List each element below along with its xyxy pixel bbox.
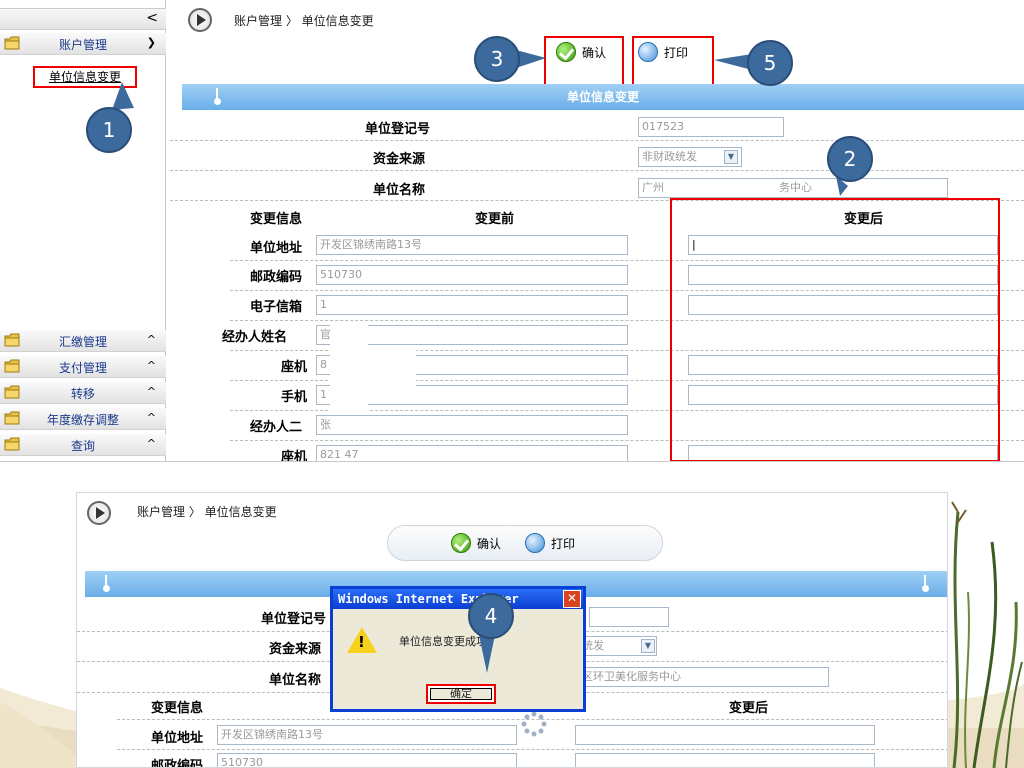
plant-decoration bbox=[951, 501, 1023, 768]
callout-2: 2 bbox=[827, 136, 873, 182]
callout-4: 4 bbox=[468, 593, 514, 639]
callout-arrow-4 bbox=[479, 635, 495, 673]
callout-5: 5 bbox=[747, 40, 793, 86]
arrow-pointer-1 bbox=[112, 82, 134, 110]
top-screenshot: < 账户管理 ❯ 单位信息变更 汇缴管理 ^ 支付管理 ^ 转移 ^ 年度缴存调… bbox=[0, 0, 1024, 462]
bottom-screenshot: 账户管理 〉 单位信息变更 确认 打印 单位登记号 资金来源 统发 ▼ 单位名称… bbox=[76, 492, 948, 768]
arrow-pointer-3 bbox=[516, 50, 546, 68]
callout-3: 3 bbox=[474, 36, 520, 82]
arrow-pointer-4 bbox=[479, 635, 495, 673]
callout-1: 1 bbox=[86, 107, 132, 153]
